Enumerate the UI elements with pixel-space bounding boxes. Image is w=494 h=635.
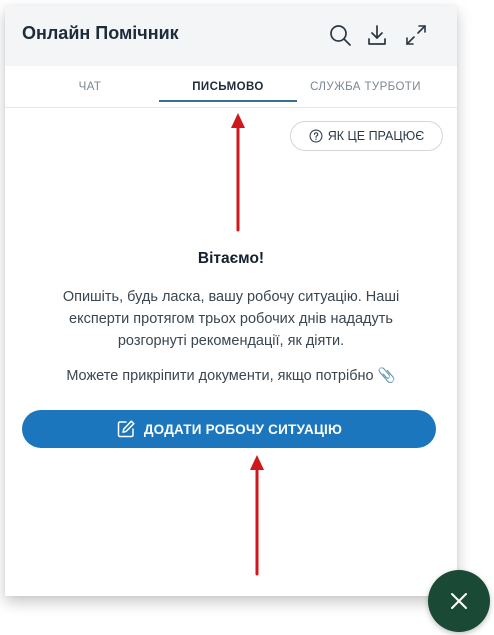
- attach-hint: Можете прикріпити документи, якщо потріб…: [66, 368, 396, 384]
- tab-chat[interactable]: ЧАТ: [25, 66, 155, 108]
- add-work-situation-button[interactable]: ДОДАТИ РОБОЧУ СИТУАЦІЮ: [22, 410, 436, 448]
- close-fab-button[interactable]: [428, 570, 490, 632]
- panel-header: Онлайн Помічник: [5, 6, 457, 66]
- assistant-panel: Онлайн Помічник ЧАТ ПИСЬМОВО СЛУЖБА ТУРБ…: [5, 6, 457, 596]
- welcome-heading: Вітаємо!: [197, 250, 265, 267]
- expand-icon[interactable]: [404, 23, 428, 47]
- how-it-works-button[interactable]: ЯК ЦЕ ПРАЦЮЄ: [290, 121, 443, 151]
- description-text: Опишіть, будь ласка, вашу робочу ситуаці…: [62, 289, 400, 349]
- edit-icon: [117, 420, 135, 438]
- panel-title: Онлайн Помічник: [22, 23, 179, 43]
- search-icon[interactable]: [328, 23, 352, 47]
- how-it-works-label: ЯК ЦЕ ПРАЦЮЄ: [327, 129, 425, 143]
- tab-care-service[interactable]: СЛУЖБА ТУРБОТИ: [300, 66, 431, 108]
- close-icon: [451, 593, 467, 609]
- active-tab-indicator: [159, 100, 297, 102]
- question-circle-icon: [309, 129, 323, 143]
- add-work-situation-label: ДОДАТИ РОБОЧУ СИТУАЦІЮ: [143, 421, 343, 437]
- download-icon[interactable]: [365, 23, 389, 47]
